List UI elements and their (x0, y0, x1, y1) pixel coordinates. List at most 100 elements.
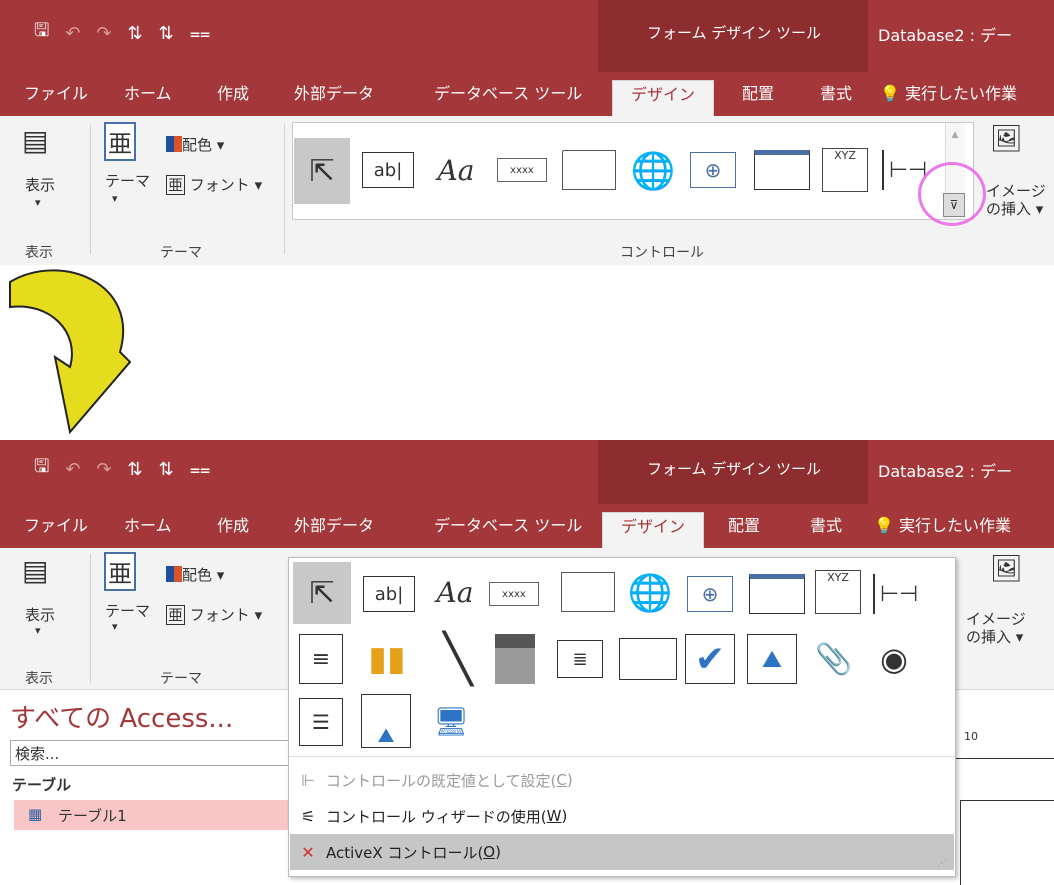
view-group-label: 表示 (25, 671, 53, 687)
web-browser-icon[interactable]: ⊕ (690, 152, 736, 188)
unbound-object-frame-icon[interactable]: 🖥 (425, 694, 477, 748)
colors-icon (166, 136, 182, 152)
nav-search-input[interactable]: 検索... (10, 740, 290, 766)
group-divider (284, 124, 285, 254)
button-control[interactable]: xxxx (489, 582, 539, 606)
menu-activex-controls[interactable]: ✕ ActiveX コントロール(O) (290, 834, 954, 870)
hyperlink-icon[interactable]: 🌐 (628, 146, 678, 196)
menu-use-control-wizards[interactable]: ⚟ コントロール ウィザードの使用(W) (290, 798, 954, 834)
web-browser-icon[interactable]: ⊕ (687, 576, 733, 612)
theme-button[interactable]: テーマ (105, 600, 150, 621)
check-box-icon[interactable]: ✔ (685, 634, 735, 684)
tell-me-box[interactable]: 💡 実行したい作業 (876, 80, 1021, 116)
window-title: Database2 : デー (878, 26, 1013, 45)
fonts-button[interactable]: 亜 フォント ▾ (166, 174, 262, 195)
textbox-control[interactable]: ab| (363, 576, 415, 612)
view-dropdown-icon[interactable]: ▾ (35, 624, 41, 637)
navigation-control-icon[interactable] (749, 574, 805, 614)
sort-ascending-icon[interactable]: ⇅ (128, 23, 143, 44)
bound-object-frame-icon[interactable]: ⛰ (361, 694, 411, 748)
insert-image-button[interactable]: イメージ の挿入 ▾ (966, 610, 1026, 646)
tab-arrange[interactable]: 配置 (738, 80, 778, 116)
menu-separator (289, 756, 955, 757)
resize-grip-icon[interactable]: ⋰ (937, 858, 947, 869)
redo-icon[interactable]: ↷ (96, 459, 111, 480)
tab-external-data[interactable]: 外部データ (290, 80, 378, 116)
tell-me-box[interactable]: 💡 実行したい作業 (870, 512, 1015, 548)
fonts-button[interactable]: 亜 フォント ▾ (166, 604, 262, 625)
subform-icon[interactable]: ☰ (299, 698, 343, 746)
customize-qat-icon[interactable]: ⩵ (190, 459, 211, 480)
tab-design[interactable]: デザイン (612, 80, 715, 116)
tab-database-tools[interactable]: データベース ツール (430, 80, 586, 116)
list-box-icon[interactable]: ≣ (557, 640, 603, 678)
tab-arrange[interactable]: 配置 (724, 512, 764, 548)
customize-qat-icon[interactable]: ⩵ (190, 23, 211, 44)
tab-format[interactable]: 書式 (816, 80, 856, 116)
attachment-icon[interactable]: 📎 (813, 634, 855, 684)
theme-dropdown-icon[interactable]: ▾ (112, 192, 118, 205)
quick-access-toolbar: 🖫 ↶ ↷ ⇅ ⇅ ⩵ (34, 18, 210, 48)
select-pointer-icon[interactable]: ⇱ (293, 562, 351, 624)
save-icon[interactable]: 🖫 (34, 454, 49, 484)
nav-section-tables[interactable]: テーブル (12, 774, 71, 795)
line-icon[interactable]: ╲ (429, 630, 487, 688)
button-control[interactable]: xxxx (497, 158, 547, 182)
theme-icon: 亜 (104, 552, 136, 591)
view-button[interactable]: 表示 (25, 174, 55, 195)
sort-descending-icon[interactable]: ⇅ (159, 459, 174, 480)
theme-button[interactable]: テーマ (105, 170, 150, 191)
undo-icon[interactable]: ↶ (65, 23, 80, 44)
tab-format[interactable]: 書式 (806, 512, 846, 548)
ribbon-tabs: ファイル ホーム 作成 外部データ データベース ツール デザイン 配置 書式 … (0, 504, 1054, 548)
theme-dropdown-icon[interactable]: ▾ (112, 620, 118, 633)
nav-item-table1[interactable]: ▦ テーブル1 (14, 800, 300, 830)
quick-access-toolbar: 🖫 ↶ ↷ ⇅ ⇅ ⩵ (34, 454, 210, 484)
tab-control-icon[interactable] (562, 150, 616, 190)
tab-create[interactable]: 作成 (213, 80, 253, 116)
sort-descending-icon[interactable]: ⇅ (159, 23, 174, 44)
wizard-wand-icon: ⚟ (300, 806, 316, 826)
save-icon[interactable]: 🖫 (34, 18, 49, 48)
view-dropdown-icon[interactable]: ▾ (35, 196, 41, 209)
tab-create[interactable]: 作成 (213, 512, 253, 548)
hyperlink-icon[interactable]: 🌐 (625, 568, 675, 618)
ribbon-tabs: ファイル ホーム 作成 外部データ データベース ツール デザイン 配置 書式 … (0, 72, 1054, 116)
tab-control-icon[interactable] (561, 572, 615, 612)
colors-button[interactable]: 配色 ▾ (166, 134, 224, 155)
option-group-icon[interactable]: XYZ (822, 148, 868, 192)
label-control[interactable]: Aa (428, 148, 484, 192)
undo-icon[interactable]: ↶ (65, 459, 80, 480)
tab-home[interactable]: ホーム (120, 80, 176, 116)
tab-database-tools[interactable]: データベース ツール (430, 512, 586, 548)
combo-box-icon[interactable]: ≡ (299, 634, 343, 684)
chart-icon[interactable]: ▮▮ (365, 634, 409, 684)
redo-icon[interactable]: ↷ (96, 23, 111, 44)
gallery-scroll-up-icon[interactable]: ▲ (947, 127, 963, 143)
theme-group-label: テーマ (160, 245, 202, 261)
rectangle-icon[interactable] (619, 638, 677, 680)
option-group-icon[interactable]: XYZ (815, 570, 861, 614)
tab-home[interactable]: ホーム (120, 512, 176, 548)
view-button[interactable]: 表示 (25, 604, 55, 625)
toggle-button-icon[interactable] (495, 634, 535, 684)
option-button-icon[interactable]: ◉ (869, 634, 919, 684)
controls-group-label: コントロール (620, 245, 704, 261)
menu-set-as-default[interactable]: ⊩ コントロールの既定値として設定(C) (290, 762, 954, 798)
tab-file[interactable]: ファイル (20, 80, 92, 116)
tab-external-data[interactable]: 外部データ (290, 512, 378, 548)
navigation-control-icon[interactable] (754, 150, 810, 190)
nav-item-label: テーブル1 (58, 807, 127, 825)
page-break-icon[interactable]: ⊢⊣ (873, 574, 923, 614)
tab-design[interactable]: デザイン (602, 512, 705, 548)
image-insert-icon: 🖼 (990, 554, 1024, 584)
colors-button[interactable]: 配色 ▾ (166, 564, 224, 585)
sort-ascending-icon[interactable]: ⇅ (128, 459, 143, 480)
select-pointer-icon[interactable]: ⇱ (294, 138, 350, 204)
label-control[interactable]: Aa (427, 570, 483, 614)
tab-file[interactable]: ファイル (20, 512, 92, 548)
nav-pane-title[interactable]: すべての Access... (10, 698, 233, 735)
insert-image-button[interactable]: イメージ の挿入 ▾ (986, 182, 1046, 218)
textbox-control[interactable]: ab| (362, 152, 414, 188)
image-control-icon[interactable]: ⛰ (747, 634, 797, 684)
